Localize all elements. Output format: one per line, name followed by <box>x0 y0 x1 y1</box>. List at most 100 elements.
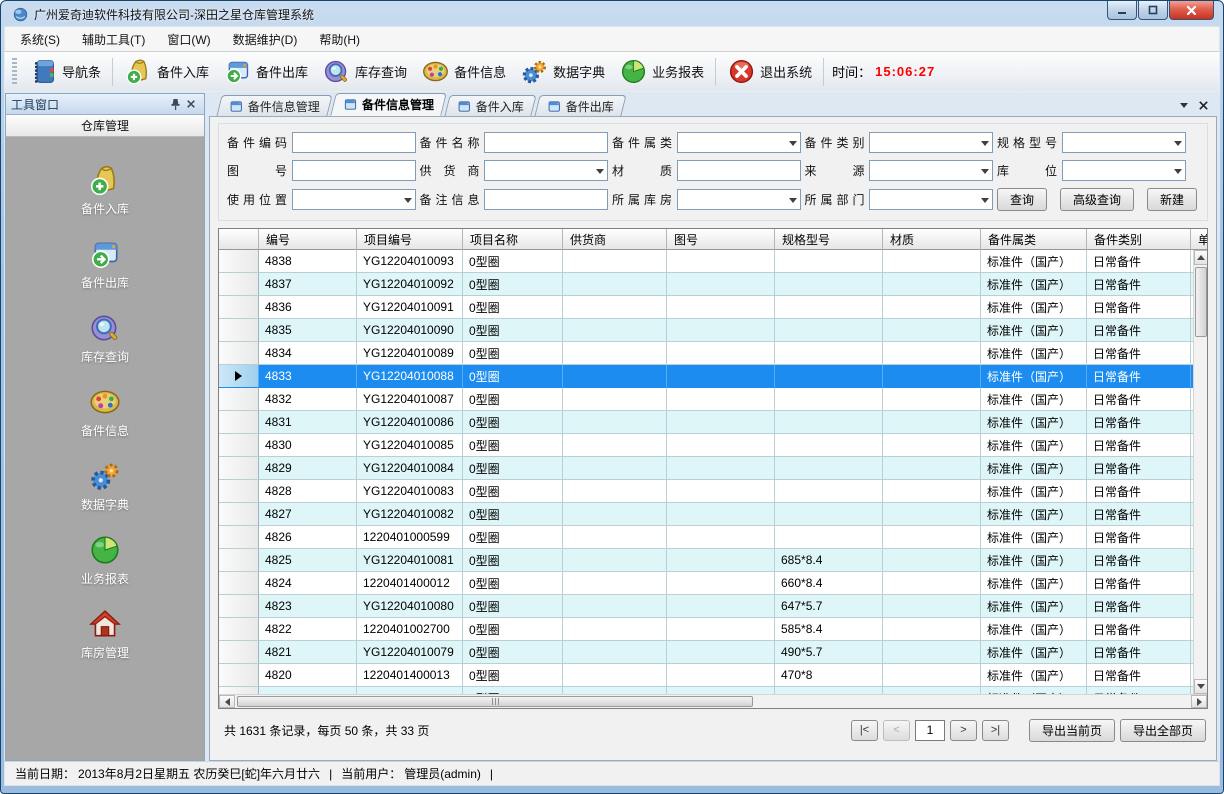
table-row[interactable]: 4836YG122040100910型圈标准件（国产）日常备件M <box>219 296 1207 319</box>
filter-input-备件名称[interactable] <box>484 132 608 153</box>
table-row[interactable]: 0型圈标准件（国产）日常备件 <box>219 687 1207 694</box>
cell: YG12204010079 <box>357 641 463 664</box>
tab-2[interactable]: 备件入库 <box>444 95 536 116</box>
sidebar-item-warehouse-manage[interactable]: 库房管理 <box>45 607 165 661</box>
close-button[interactable] <box>1169 1 1214 20</box>
column-header-0[interactable]: 编号 <box>259 229 357 250</box>
table-row[interactable]: 4823YG122040100800型圈647*5.7标准件（国产）日常备件PC <box>219 595 1207 618</box>
next-page-button[interactable]: > <box>950 720 977 741</box>
sidebar-item-inventory-search[interactable]: 库存查询 <box>45 311 165 365</box>
filter-label: 所属部门 <box>804 191 864 208</box>
column-header-9[interactable]: 单位 <box>1191 229 1207 250</box>
hscroll-track[interactable] <box>235 695 1191 708</box>
query-button[interactable]: 查询 <box>997 188 1047 211</box>
column-header-7[interactable]: 备件属类 <box>981 229 1087 250</box>
tab-0[interactable]: 备件信息管理 <box>216 95 332 116</box>
filter-input-材 质[interactable] <box>677 160 801 181</box>
scroll-left-icon[interactable] <box>219 695 235 708</box>
table-row[interactable]: 4827YG122040100820型圈标准件（国产）日常备件M <box>219 503 1207 526</box>
filter-select-所属库房[interactable] <box>677 189 801 210</box>
sidebar-item-parts-outbound[interactable]: 备件出库 <box>45 237 165 291</box>
table-row[interactable]: 4837YG122040100920型圈标准件（国产）日常备件M <box>219 273 1207 296</box>
table-row[interactable]: 4830YG122040100850型圈标准件（国产）日常备件M <box>219 434 1207 457</box>
sidebar-group-warehouse[interactable]: 仓库管理 <box>6 115 204 137</box>
parts-outbound-icon <box>88 237 122 271</box>
filter-select-来 源[interactable] <box>869 160 993 181</box>
filter-input-备注信息[interactable] <box>484 189 608 210</box>
menu-item-1[interactable]: 辅助工具(T) <box>71 27 156 51</box>
new-button[interactable]: 新建 <box>1147 188 1197 211</box>
toolbar-exit[interactable]: 退出系统 <box>720 54 819 89</box>
table-row[interactable]: 4838YG122040100930型圈标准件（国产）日常备件M <box>219 250 1207 273</box>
toolbar-navigator[interactable]: 导航条 <box>22 54 108 89</box>
table-row[interactable]: 4832YG122040100870型圈标准件（国产）日常备件M <box>219 388 1207 411</box>
column-header-5[interactable]: 规格型号 <box>775 229 883 250</box>
toolbar-grip[interactable] <box>12 58 17 86</box>
toolbar-parts-outbound[interactable]: 备件出库 <box>216 54 315 89</box>
filter-select-库 位[interactable] <box>1062 160 1186 181</box>
toolbar-data-dictionary[interactable]: 数据字典 <box>513 54 612 89</box>
filter-select-规格型号[interactable] <box>1062 132 1186 153</box>
column-header-4[interactable]: 图号 <box>667 229 775 250</box>
column-header-2[interactable]: 项目名称 <box>463 229 563 250</box>
minimize-button[interactable] <box>1107 1 1137 20</box>
hscroll-thumb[interactable] <box>237 696 753 707</box>
export-all-pages-button[interactable]: 导出全部页 <box>1120 719 1206 742</box>
cell: 585*8.4 <box>775 618 883 641</box>
last-page-button[interactable]: >| <box>982 720 1009 741</box>
menu-item-3[interactable]: 数据维护(D) <box>222 27 309 51</box>
sidebar-item-parts-inbound[interactable]: 备件入库 <box>45 163 165 217</box>
menu-item-4[interactable]: 帮助(H) <box>308 27 371 51</box>
sidebar-item-business-report[interactable]: 业务报表 <box>45 533 165 587</box>
filter-select-备件属类[interactable] <box>677 132 801 153</box>
scroll-up-icon[interactable] <box>1194 250 1208 265</box>
toolbar-business-report[interactable]: 业务报表 <box>612 54 711 89</box>
menu-item-0[interactable]: 系统(S) <box>9 27 71 51</box>
table-row[interactable]: 482212204010027000型圈585*8.4标准件（国产）日常备件PC <box>219 618 1207 641</box>
pin-icon[interactable] <box>167 96 183 112</box>
sidebar-item-data-dictionary[interactable]: 数据字典 <box>45 459 165 513</box>
table-row[interactable]: 4831YG122040100860型圈标准件（国产）日常备件M <box>219 411 1207 434</box>
tabs-close-icon[interactable] <box>1198 100 1209 111</box>
column-header-8[interactable]: 备件类别 <box>1087 229 1191 250</box>
table-row[interactable]: 4835YG122040100900型圈标准件（国产）日常备件M <box>219 319 1207 342</box>
scroll-right-icon[interactable] <box>1191 695 1207 708</box>
page-number-input[interactable]: 1 <box>915 720 945 741</box>
vscroll-track[interactable] <box>1194 265 1208 679</box>
first-page-button[interactable]: |< <box>851 720 878 741</box>
advanced-query-button[interactable]: 高级查询 <box>1060 188 1134 211</box>
toolbar-inventory-search[interactable]: 库存查询 <box>315 54 414 89</box>
table-row[interactable]: 4825YG122040100810型圈685*8.4标准件（国产）日常备件PC <box>219 549 1207 572</box>
table-row[interactable]: 482412204014000120型圈660*8.4标准件（国产）日常备件PC <box>219 572 1207 595</box>
table-row[interactable]: 4829YG122040100840型圈标准件（国产）日常备件M <box>219 457 1207 480</box>
table-row[interactable]: 4828YG122040100830型圈标准件（国产）日常备件M <box>219 480 1207 503</box>
tab-1-active[interactable]: 备件信息管理 <box>330 93 447 116</box>
tab-3[interactable]: 备件出库 <box>534 95 626 116</box>
toolbar-parts-inbound[interactable]: 备件入库 <box>117 54 216 89</box>
cell: 0型圈 <box>463 503 563 526</box>
toolbar-parts-info[interactable]: 备件信息 <box>414 54 513 89</box>
filter-select-备件类别[interactable] <box>869 132 993 153</box>
table-row[interactable]: 482612204010005990型圈标准件（国产）日常备件M <box>219 526 1207 549</box>
filter-select-供 货 商[interactable] <box>484 160 608 181</box>
scroll-down-icon[interactable] <box>1194 679 1208 694</box>
chevron-down-icon[interactable] <box>1180 103 1188 112</box>
filter-select-使用位置[interactable] <box>292 189 416 210</box>
filter-input-图 号[interactable] <box>292 160 416 181</box>
table-row[interactable]: 482012204014000130型圈470*8标准件（国产）日常备件PC <box>219 664 1207 687</box>
column-header-1[interactable]: 项目编号 <box>357 229 463 250</box>
table-row[interactable]: 4821YG122040100790型圈490*5.7标准件（国产）日常备件PC <box>219 641 1207 664</box>
filter-input-备件编码[interactable] <box>292 132 416 153</box>
panel-close-icon[interactable] <box>183 96 199 112</box>
column-header-3[interactable]: 供货商 <box>563 229 667 250</box>
maximize-button[interactable] <box>1138 1 1168 20</box>
table-row[interactable]: 4834YG122040100890型圈标准件（国产）日常备件M <box>219 342 1207 365</box>
vscroll-thumb[interactable] <box>1195 267 1207 337</box>
menu-item-2[interactable]: 窗口(W) <box>156 27 221 51</box>
filter-select-所属部门[interactable] <box>869 189 993 210</box>
table-row[interactable]: 4833YG122040100880型圈标准件（国产）日常备件M <box>219 365 1207 388</box>
column-header-6[interactable]: 材质 <box>883 229 981 250</box>
prev-page-button[interactable]: < <box>883 720 910 741</box>
sidebar-item-parts-info[interactable]: 备件信息 <box>45 385 165 439</box>
export-current-page-button[interactable]: 导出当前页 <box>1029 719 1115 742</box>
